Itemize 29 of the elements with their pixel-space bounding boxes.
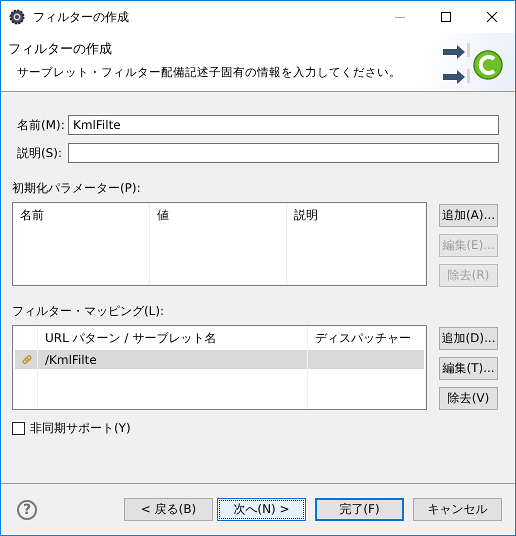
dialog-button[interactable]: 完了(F) xyxy=(315,498,404,521)
dialog-button[interactable]: 追加(A)... xyxy=(439,204,498,227)
column-header[interactable]: 説明 xyxy=(287,203,426,227)
section-label: フィルター・マッピング(L): xyxy=(12,303,166,320)
checkbox[interactable] xyxy=(12,422,25,435)
link-icon xyxy=(22,354,32,364)
input-field[interactable]: KmlFilte xyxy=(68,115,499,135)
field-label: 名前(M): xyxy=(17,116,66,134)
column-header[interactable]: 名前 xyxy=(13,203,150,227)
dialog-button[interactable]: < 戻る(B) xyxy=(124,498,213,521)
app-icon xyxy=(9,9,25,25)
dialog-button[interactable]: 追加(D)... xyxy=(439,327,498,350)
dialog-button[interactable]: 次へ(N) > xyxy=(217,498,306,521)
table-row[interactable]: /KmlFilte xyxy=(15,350,424,369)
page-title: フィルターの作成 xyxy=(8,41,113,58)
table-cell-text: /KmlFilte xyxy=(44,352,98,368)
section-label: 初期化パラメーター(P): xyxy=(12,180,142,197)
help-button[interactable]: ? xyxy=(17,500,37,520)
checkbox-label[interactable]: 非同期サポート(Y) xyxy=(30,420,131,437)
maximize-icon[interactable] xyxy=(441,12,451,22)
page-description: サーブレット・フィルター配備記述子固有の情報を入力してください。 xyxy=(17,65,402,80)
dialog-button[interactable]: 編集(T)... xyxy=(439,357,498,380)
column-header[interactable]: 値 xyxy=(150,203,287,227)
dialog-button[interactable]: 除去(V) xyxy=(439,387,498,410)
input-field[interactable] xyxy=(68,143,499,163)
close-icon[interactable] xyxy=(487,12,497,22)
field-label: 説明(S): xyxy=(17,144,64,162)
window-title: フィルターの作成 xyxy=(33,8,130,26)
dialog-button[interactable]: キャンセル xyxy=(413,498,502,521)
